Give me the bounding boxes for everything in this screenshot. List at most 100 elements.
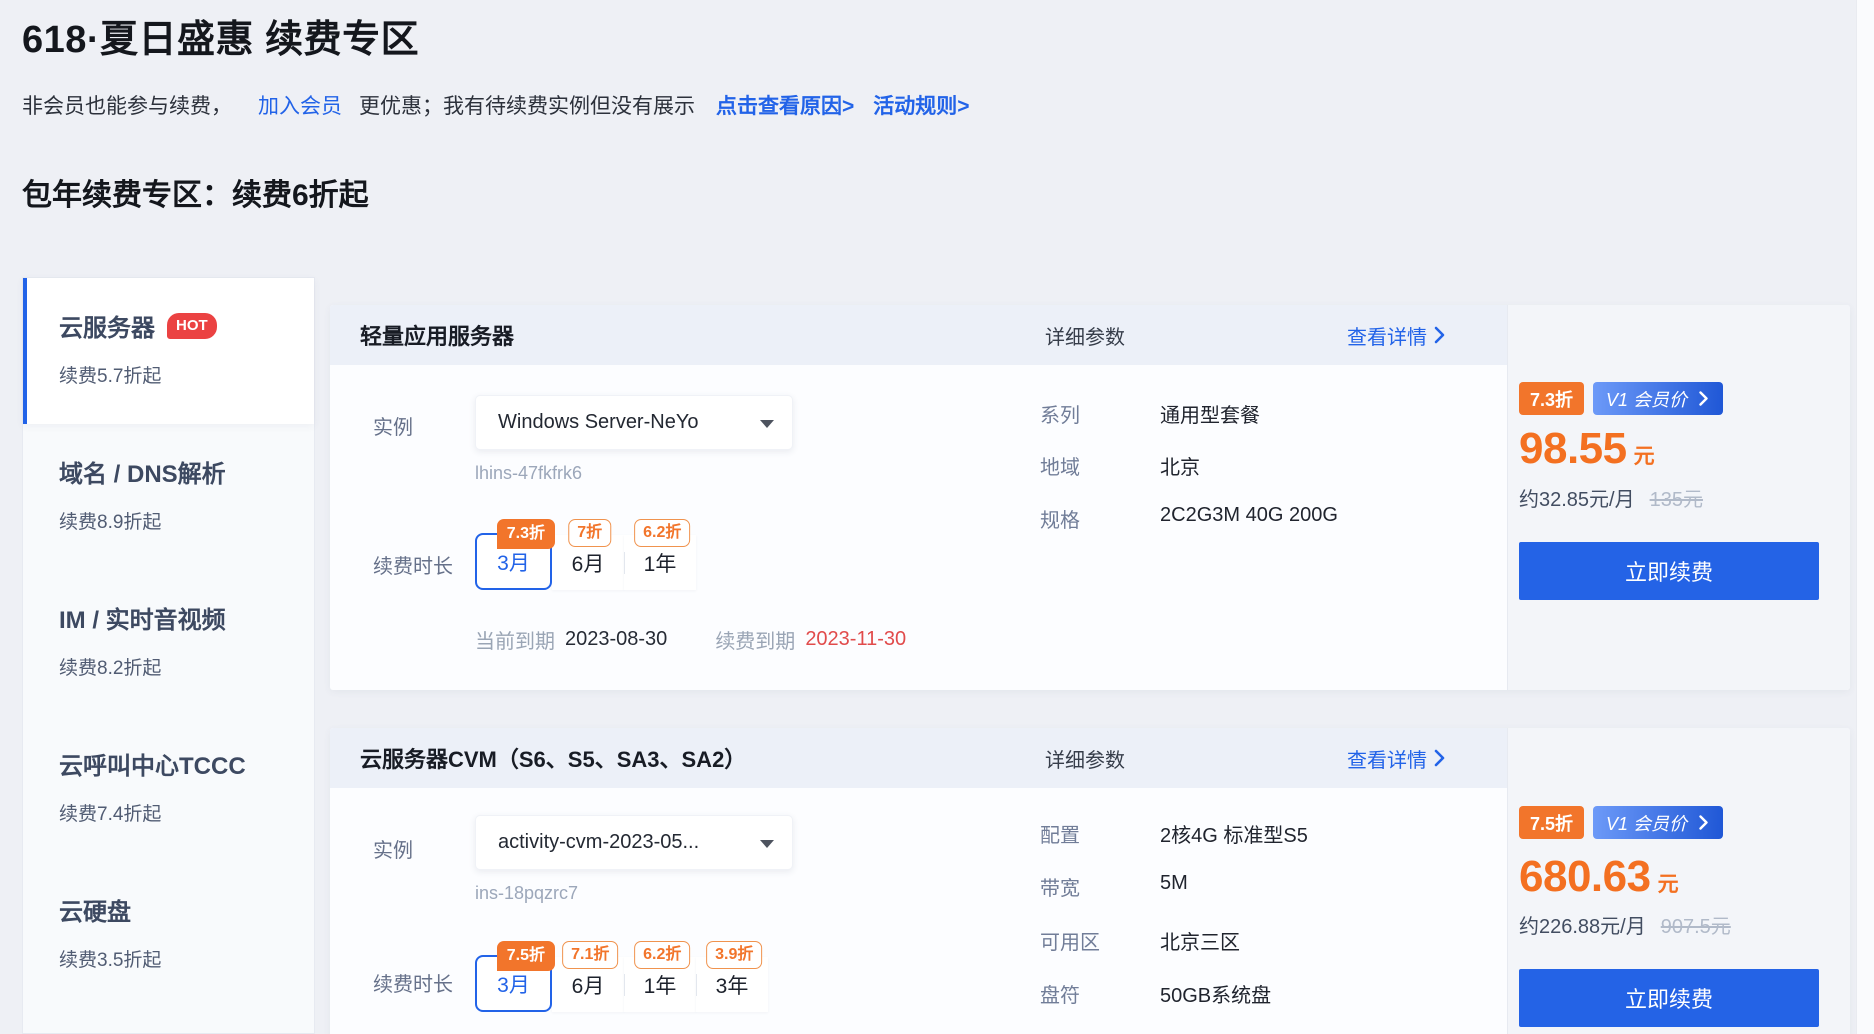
discount-tag: 6.2折 (634, 941, 690, 969)
price-line: 680.63 元 (1519, 852, 1679, 902)
view-reason-link[interactable]: 点击查看原因> (716, 90, 854, 120)
subtitle-middle: 更优惠；我有待续费实例但没有展示 (359, 90, 695, 120)
price-amount: 680.63 (1519, 852, 1651, 902)
vip-price-label: V1 会员价 (1606, 386, 1687, 412)
discount-tag: 7.5折 (497, 941, 555, 971)
discount-badge: 7.5折 (1519, 806, 1584, 839)
original-price: 135元 (1650, 483, 1703, 512)
monthly-price: 约226.88元/月 (1519, 910, 1646, 939)
chevron-right-icon (1434, 326, 1445, 344)
spec-value: 北京三区 (1160, 926, 1240, 955)
spec-value: 5M (1160, 872, 1188, 895)
price-badges: 7.3折 V1 会员价 (1519, 382, 1723, 415)
discount-tag: 7.1折 (562, 941, 618, 969)
sidebar-item-discount: 续费8.9折起 (59, 507, 314, 534)
spec-value: 北京 (1160, 451, 1200, 480)
price-panel: 7.3折 V1 会员价 98.55 元 约32.85元/月 135元 立即续费 (1507, 305, 1850, 690)
instance-select-value: activity-cvm-2023-05... (498, 831, 699, 854)
sidebar-item-discount: 续费7.4折起 (59, 799, 314, 826)
discount-tag: 6.2折 (634, 519, 690, 547)
spec-label: 系列 (1040, 399, 1080, 428)
view-detail-label: 查看详情 (1347, 744, 1427, 773)
sidebar-item-cloud-disk[interactable]: 云硬盘 续费3.5折起 (23, 862, 314, 1008)
price-amount: 98.55 (1519, 424, 1627, 474)
spec-label: 规格 (1040, 504, 1080, 533)
spec-label: 地域 (1040, 451, 1080, 480)
duration-option-1y[interactable]: 6.2折 1年 (624, 955, 696, 1012)
sidebar-item-cloud-server[interactable]: 云服务器 HOT 续费5.7折起 (23, 278, 314, 424)
view-detail-link[interactable]: 查看详情 (1347, 321, 1445, 350)
instance-label: 实例 (373, 411, 413, 440)
product-card-cvm: 云服务器CVM（S6、S5、SA3、SA2） 详细参数 查看详情 实例 acti… (330, 728, 1850, 1034)
renew-expiry-date: 2023-11-30 (805, 628, 906, 651)
monthly-price-line: 约32.85元/月 135元 (1519, 483, 1703, 512)
renewal-promo-page: 618·夏日盛惠 续费专区 非会员也能参与续费， 加入会员 更优惠；我有待续费实… (0, 0, 1874, 1034)
view-detail-label: 查看详情 (1347, 321, 1427, 350)
join-member-link[interactable]: 加入会员 (258, 90, 342, 120)
duration-option-1y[interactable]: 6.2折 1年 (624, 533, 696, 590)
sidebar-item-title: IM / 实时音视频 (59, 600, 314, 635)
monthly-price: 约32.85元/月 (1519, 483, 1635, 512)
duration-option-3m[interactable]: 7.5折 3月 (475, 955, 552, 1012)
page-title: 618·夏日盛惠 续费专区 (22, 8, 419, 63)
view-detail-link[interactable]: 查看详情 (1347, 744, 1445, 773)
price-line: 98.55 元 (1519, 424, 1655, 474)
vip-price-badge[interactable]: V1 会员价 (1593, 382, 1723, 415)
instance-id: lhins-47fkfrk6 (475, 463, 582, 484)
sidebar-item-label: 云服务器 (59, 308, 155, 343)
sidebar-item-label: 域名 / DNS解析 (59, 454, 226, 489)
sidebar-item-title: 云硬盘 (59, 892, 314, 927)
subtitle: 非会员也能参与续费， 加入会员 更优惠；我有待续费实例但没有展示 点击查看原因>… (22, 90, 970, 120)
sidebar-item-discount: 续费5.7折起 (59, 361, 314, 388)
price-badges: 7.5折 V1 会员价 (1519, 806, 1723, 839)
category-sidebar: 云服务器 HOT 续费5.7折起 域名 / DNS解析 续费8.9折起 IM /… (22, 277, 315, 1034)
card-title: 轻量应用服务器 (360, 319, 514, 351)
duration-option-6m[interactable]: 7.1折 6月 (552, 955, 624, 1012)
instance-select[interactable]: activity-cvm-2023-05... (475, 815, 793, 870)
renew-now-button[interactable]: 立即续费 (1519, 969, 1819, 1027)
sidebar-item-title: 域名 / DNS解析 (59, 454, 314, 489)
sidebar-item-discount: 续费8.2折起 (59, 653, 314, 680)
current-expiry-label: 当前到期 (475, 625, 555, 654)
caret-down-icon (760, 420, 774, 435)
vip-price-label: V1 会员价 (1606, 810, 1687, 836)
expiry-row: 当前到期 2023-08-30 续费到期 2023-11-30 (475, 625, 906, 654)
chevron-right-icon (1699, 391, 1708, 406)
spec-label: 盘符 (1040, 979, 1080, 1008)
discount-badge: 7.3折 (1519, 382, 1584, 415)
current-expiry-date: 2023-08-30 (565, 628, 667, 651)
product-card-lighthouse: 轻量应用服务器 详细参数 查看详情 实例 Windows Server-NeYo… (330, 305, 1850, 690)
card-title: 云服务器CVM（S6、S5、SA3、SA2） (360, 742, 746, 774)
instance-select[interactable]: Windows Server-NeYo (475, 395, 793, 450)
duration-label: 续费时长 (373, 968, 453, 997)
scrollbar-track[interactable] (1856, 0, 1874, 1034)
price-unit: 元 (1634, 440, 1655, 470)
price-panel: 7.5折 V1 会员价 680.63 元 约226.88元/月 907.5元 立… (1507, 728, 1850, 1034)
duration-option-6m[interactable]: 7折 6月 (552, 533, 624, 590)
caret-down-icon (760, 840, 774, 855)
chevron-right-icon (1434, 749, 1445, 767)
subtitle-prefix: 非会员也能参与续费， (22, 90, 232, 120)
sidebar-item-dns[interactable]: 域名 / DNS解析 续费8.9折起 (23, 424, 314, 570)
spec-label: 带宽 (1040, 872, 1080, 901)
chevron-right-icon (1699, 815, 1708, 830)
monthly-price-line: 约226.88元/月 907.5元 (1519, 910, 1731, 939)
sidebar-item-tccc[interactable]: 云呼叫中心TCCC 续费7.4折起 (23, 716, 314, 862)
sidebar-item-label: IM / 实时音视频 (59, 600, 226, 635)
params-label: 详细参数 (1045, 744, 1125, 773)
duration-option-3y[interactable]: 3.9折 3年 (696, 955, 768, 1012)
instance-select-value: Windows Server-NeYo (498, 411, 698, 434)
spec-value: 50GB系统盘 (1160, 979, 1271, 1008)
sidebar-item-im-trtc[interactable]: IM / 实时音视频 续费8.2折起 (23, 570, 314, 716)
activity-rules-link[interactable]: 活动规则> (873, 90, 969, 120)
duration-option-3m[interactable]: 7.3折 3月 (475, 533, 552, 590)
price-unit: 元 (1658, 868, 1679, 898)
spec-value: 2核4G 标准型S5 (1160, 819, 1308, 848)
vip-price-badge[interactable]: V1 会员价 (1593, 806, 1723, 839)
sidebar-item-label: 云呼叫中心TCCC (59, 746, 246, 781)
hot-badge: HOT (167, 313, 217, 339)
duration-options: 7.3折 3月 7折 6月 6.2折 1年 (475, 533, 696, 590)
sidebar-item-label: 云硬盘 (59, 892, 131, 927)
renew-now-button[interactable]: 立即续费 (1519, 542, 1819, 600)
original-price: 907.5元 (1661, 910, 1731, 939)
